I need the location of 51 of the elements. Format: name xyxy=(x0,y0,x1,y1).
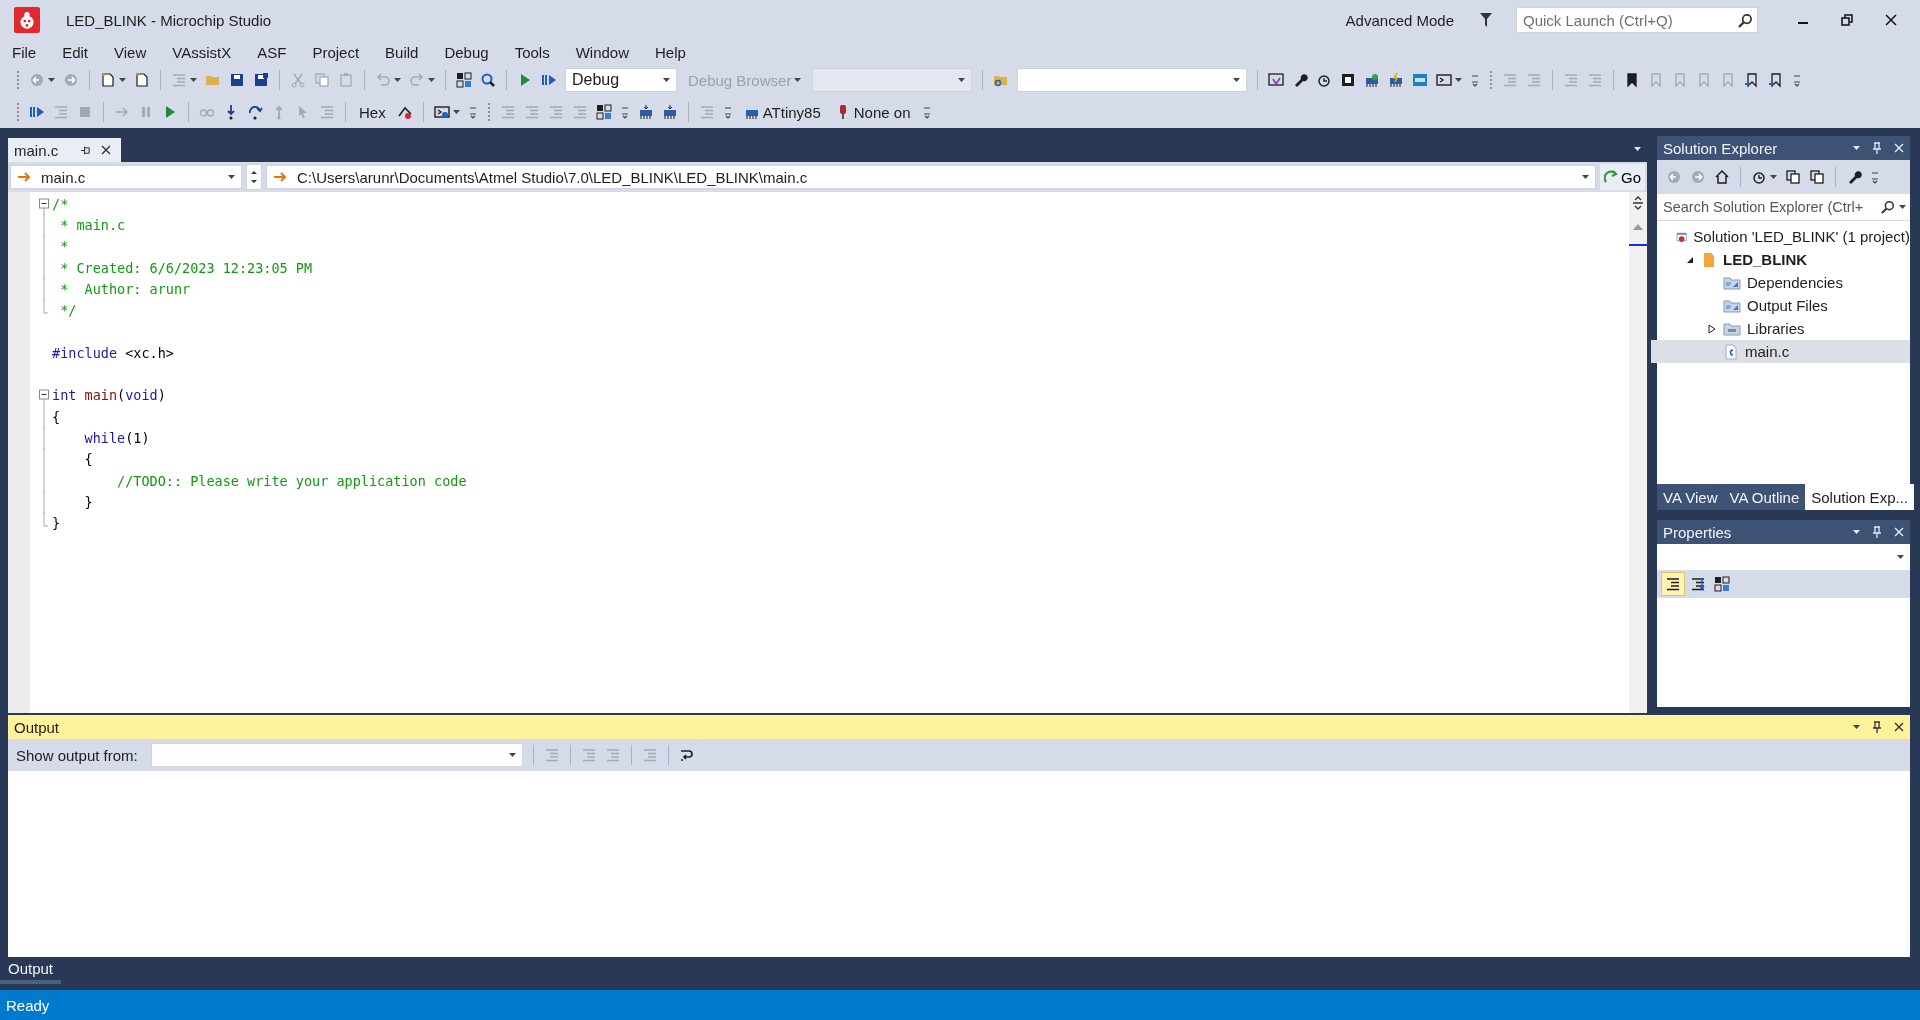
menu-item[interactable]: Build xyxy=(385,43,419,61)
toolbar-button[interactable]: ATtiny85 xyxy=(737,100,827,124)
code-line: int main(void) xyxy=(52,387,166,404)
tree-item[interactable]: Output Files xyxy=(1701,294,1910,317)
tree-item[interactable]: main.c xyxy=(1651,340,1910,363)
configuration-dropdown[interactable]: Debug xyxy=(565,68,677,92)
tree-item[interactable]: Solution 'LED_BLINK' (1 project) xyxy=(1657,225,1910,248)
panel-title: Solution Explorer xyxy=(1663,139,1778,157)
code-line: * xyxy=(59,238,69,255)
menu-item[interactable]: ASF xyxy=(257,43,287,61)
code-line: */ xyxy=(59,302,77,319)
go-button[interactable]: Go xyxy=(1600,164,1645,190)
code-line: * Created: 6/6/2023 12:23:05 PM xyxy=(59,259,313,276)
toolbar-button[interactable]: Hex xyxy=(353,100,392,124)
code-line: while(1) xyxy=(83,429,150,446)
menu-item[interactable]: File xyxy=(12,43,37,61)
panel-title: Output xyxy=(14,718,60,736)
path-dropdown[interactable]: C:\Users\arunr\Documents\Atmel Studio\7.0\LED_BLINK\LED_BLINK\main.c xyxy=(266,165,1596,189)
panel-tab[interactable]: VA Outline xyxy=(1723,484,1806,510)
quick-launch-field[interactable]: Quick Launch (Ctrl+Q) xyxy=(1516,7,1758,33)
mode-label: Advanced Mode xyxy=(1345,11,1454,29)
panel-tab[interactable]: Output xyxy=(0,957,62,984)
panel-tab[interactable]: VA View xyxy=(1657,484,1724,510)
menu-item[interactable]: Project xyxy=(312,43,360,61)
menu-item[interactable]: Edit xyxy=(62,43,89,61)
field-label: Show output from: xyxy=(16,746,138,764)
tree-item[interactable]: Dependencies xyxy=(1701,271,1910,294)
code-line: { xyxy=(52,408,61,425)
menu-item[interactable]: VAssistX xyxy=(172,43,232,61)
code-line: * Author: arunr xyxy=(59,280,191,297)
menu-item[interactable]: Window xyxy=(575,43,629,61)
panel-tab[interactable]: Solution Exp... xyxy=(1805,484,1914,510)
tree-item[interactable]: Libraries xyxy=(1701,317,1910,340)
tree-item[interactable]: LED_BLINK xyxy=(1679,248,1910,271)
code-line: { xyxy=(83,451,93,468)
status-text: Ready xyxy=(6,996,50,1014)
menu-item[interactable]: View xyxy=(114,43,147,61)
code-line: * main.c xyxy=(59,216,126,233)
toolbar-button[interactable]: None on xyxy=(828,100,917,124)
code-line: } xyxy=(83,493,93,510)
panel-title: Properties xyxy=(1663,523,1732,541)
code-line: #include <xc.h> xyxy=(52,344,174,361)
code-line: //TODO:: Please write your application code xyxy=(116,472,467,489)
menu-item[interactable]: Help xyxy=(655,43,686,61)
scope-dropdown[interactable]: main.c xyxy=(10,165,242,189)
code-line: /* xyxy=(52,195,69,212)
code-line: } xyxy=(52,515,61,532)
menu-item[interactable]: Debug xyxy=(444,43,489,61)
menu-item[interactable]: Tools xyxy=(514,43,550,61)
window-title: LED_BLINK - Microchip Studio xyxy=(66,11,272,29)
document-tab[interactable]: main.c xyxy=(8,138,122,162)
